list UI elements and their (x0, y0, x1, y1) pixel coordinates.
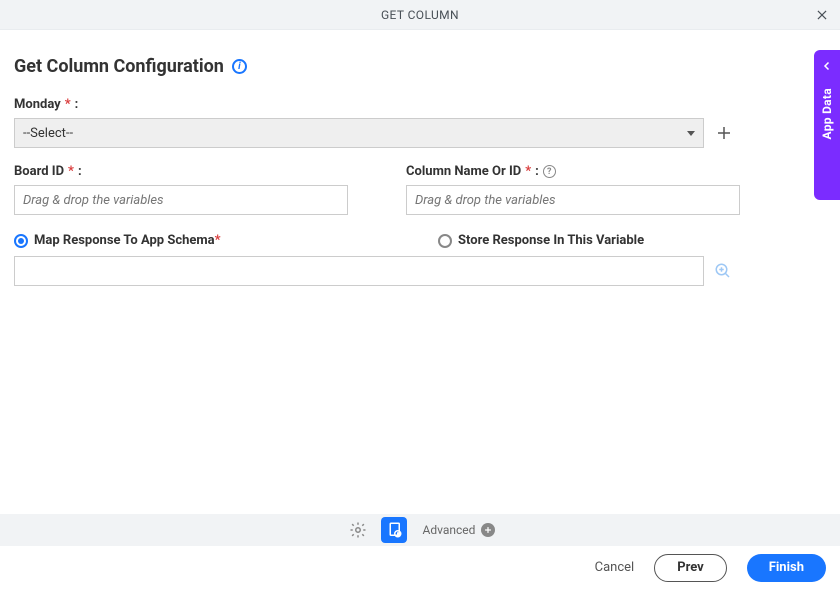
schema-search-button[interactable] (714, 262, 732, 280)
plus-small-icon (483, 525, 493, 535)
column-name-label: Column Name Or ID *: ? (406, 164, 740, 179)
label-colon: : (75, 97, 79, 112)
schema-row (14, 256, 826, 286)
column-name-label-text: Column Name Or ID (406, 164, 521, 179)
info-icon[interactable]: i (232, 59, 247, 74)
label-colon: : (535, 164, 539, 179)
footer: Cancel Prev Finish (0, 546, 840, 589)
advanced-plus-badge (481, 523, 495, 537)
page-title-row: Get Column Configuration i (14, 56, 826, 77)
map-response-label: Map Response To App Schema (34, 233, 215, 248)
content-area: Get Column Configuration i Monday *: --Se… (0, 30, 840, 286)
two-column-row: Board ID *: Column Name Or ID *: ? (14, 164, 826, 215)
document-icon (385, 521, 403, 539)
advanced-button[interactable]: Advanced (423, 523, 496, 537)
required-marker: * (65, 97, 71, 112)
page-title: Get Column Configuration (14, 56, 224, 77)
chevron-down-icon (687, 131, 695, 136)
cancel-button[interactable]: Cancel (595, 560, 635, 575)
side-tab-label: App Data (820, 88, 834, 139)
required-marker: * (215, 233, 221, 248)
modal-header: GET COLUMN (0, 0, 840, 30)
chevron-left-icon (821, 60, 833, 72)
monday-label: Monday *: (14, 97, 826, 112)
label-colon: : (78, 164, 82, 179)
add-monday-button[interactable] (714, 123, 734, 143)
gear-icon (349, 521, 367, 539)
board-id-input[interactable] (14, 185, 348, 215)
prev-button[interactable]: Prev (654, 554, 727, 582)
settings-button[interactable] (345, 517, 371, 543)
radio-unchecked-icon (438, 234, 452, 248)
bottom-toolbar: Advanced (0, 514, 840, 546)
board-id-field: Board ID *: (14, 164, 348, 215)
monday-label-text: Monday (14, 97, 61, 112)
help-icon[interactable]: ? (543, 165, 556, 178)
modal-title: GET COLUMN (381, 8, 459, 22)
store-response-label: Store Response In This Variable (458, 233, 644, 248)
app-data-side-tab[interactable]: App Data (814, 50, 840, 200)
advanced-label: Advanced (423, 523, 476, 537)
search-zoom-icon (714, 262, 732, 280)
map-response-radio[interactable]: Map Response To App Schema* (14, 233, 420, 248)
board-id-label-text: Board ID (14, 164, 64, 179)
close-icon (815, 8, 829, 22)
schema-input[interactable] (14, 256, 704, 286)
column-name-field: Column Name Or ID *: ? (406, 164, 740, 215)
plus-icon (715, 124, 733, 142)
close-button[interactable] (812, 5, 832, 25)
monday-select[interactable]: --Select-- (14, 118, 704, 148)
monday-field: Monday *: --Select-- (14, 97, 826, 148)
doc-config-button[interactable] (381, 517, 407, 543)
board-id-label: Board ID *: (14, 164, 348, 179)
radio-checked-icon (14, 234, 28, 248)
response-radio-group: Map Response To App Schema* Store Respon… (14, 233, 826, 248)
finish-button[interactable]: Finish (747, 554, 826, 582)
required-marker: * (68, 164, 74, 179)
required-marker: * (525, 164, 531, 179)
store-response-radio[interactable]: Store Response In This Variable (438, 233, 840, 248)
monday-select-row: --Select-- (14, 118, 826, 148)
monday-select-value: --Select-- (23, 126, 73, 141)
column-name-input[interactable] (406, 185, 740, 215)
